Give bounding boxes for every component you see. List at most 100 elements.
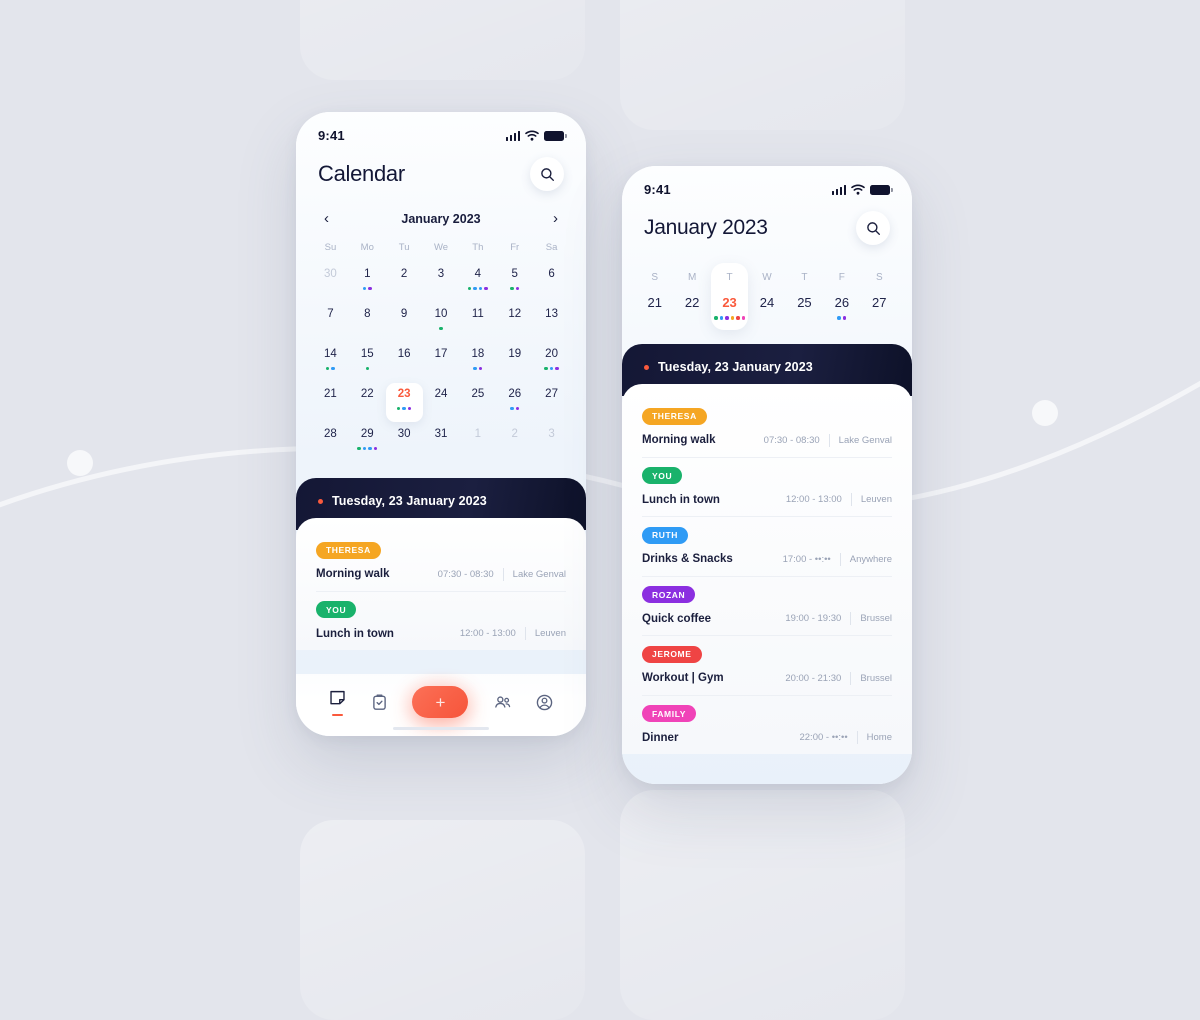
day-cell[interactable]: 1 [459,423,496,462]
day-cell[interactable]: 25 [459,383,496,422]
day-cell[interactable]: 11 [459,303,496,342]
battery-icon [870,185,893,195]
event-location: Lake Genval [838,434,892,446]
day-cell[interactable]: 19 [496,343,533,382]
event-dot [373,446,378,450]
event-title: Morning walk [642,434,716,446]
day-number: 15 [360,348,374,360]
day-cell[interactable]: 2 [496,423,533,462]
week-day-cell[interactable]: T 25 [786,263,823,330]
status-time: 9:41 [644,182,671,197]
weekday-label: F [838,272,845,283]
day-cell[interactable]: 29 [349,423,386,462]
day-cell[interactable]: 16 [386,343,423,382]
event-meta: 07:30 - 08:30 Lake Genval [437,567,566,581]
day-number: 7 [327,308,334,320]
day-cell[interactable]: 23 [385,383,423,422]
day-cell[interactable]: 28 [312,423,349,462]
event-dots [362,286,372,291]
day-cell[interactable]: 30 [386,423,423,462]
event-item[interactable]: THERESA Morning walk 07:30 - 08:30 Lake Gen… [642,398,892,458]
day-cell[interactable]: 6 [533,263,570,302]
day-number: 12 [508,308,522,320]
search-button[interactable] [530,157,564,191]
event-dot [357,446,361,450]
day-cell[interactable]: 18 [459,343,496,382]
day-cell[interactable]: 1 [349,263,386,302]
day-cell[interactable]: 9 [386,303,423,342]
day-cell[interactable]: 3 [533,423,570,462]
event-dot [549,366,554,370]
day-cell[interactable]: 26 [496,383,533,422]
day-cell[interactable]: 13 [533,303,570,342]
day-cell[interactable]: 10 [423,303,460,342]
event-owner-tag: RUTH [642,526,689,544]
nav-profile-button[interactable] [535,693,554,712]
event-item[interactable]: RUTH Drinks & Snacks 17:00 - ••:•• Anywhere [642,517,892,577]
day-cell[interactable]: 7 [312,303,349,342]
event-item[interactable]: JEROME Workout | Gym 20:00 - 21:30 Brussel [642,636,892,696]
event-dot [478,366,483,370]
nav-notes-button[interactable] [328,688,347,717]
day-cell[interactable]: 21 [312,383,349,422]
event-item[interactable]: FAMILY Dinner 22:00 - ••:•• Home [642,696,892,755]
event-item[interactable]: YOU Lunch in town 12:00 - 13:00 Leuven [316,592,566,651]
event-dot [439,326,443,330]
event-dots [357,446,378,451]
event-title: Quick coffee [642,612,712,625]
add-event-fab[interactable]: + [412,686,469,718]
profile-icon [536,694,553,710]
week-day-cell[interactable]: F 26 [823,263,860,330]
week-row: 14 15 16 17 18 19 20 [296,343,586,382]
phone-month-view: 9:41 Calendar ‹ January 2023 › Su Mo Tu … [296,112,586,736]
day-cell[interactable]: 2 [386,263,423,302]
day-cell[interactable]: 3 [423,263,460,302]
day-cell[interactable]: 4 [459,263,496,302]
event-item[interactable]: THERESA Morning walk 07:30 - 08:30 Lake Gen… [316,532,566,592]
event-item[interactable]: ROZAN Quick coffee 19:00 - 19:30 Brussel [642,577,892,636]
weekday-label: S [875,272,883,283]
day-cell[interactable]: 22 [349,383,386,422]
day-cell[interactable]: 5 [496,263,533,302]
day-cell[interactable]: 27 [533,383,570,422]
week-day-cell[interactable]: S 21 [636,263,673,330]
day-number: 1 [364,268,371,280]
search-icon [540,167,554,181]
week-row: 30 1 2 3 4 5 6 [296,263,586,302]
week-day-cell[interactable]: W 24 [748,263,785,330]
day-cell[interactable]: 17 [423,343,460,382]
event-location: Home [866,732,892,743]
event-item[interactable]: YOU Lunch in town 12:00 - 13:00 Leuven [642,458,892,517]
day-cell[interactable]: 24 [423,383,460,422]
search-button[interactable] [856,211,890,245]
nav-contacts-button[interactable] [492,693,512,712]
day-cell[interactable]: 15 [349,343,386,382]
day-cell[interactable]: 20 [533,343,570,382]
weekday-label: Sa [545,242,558,253]
decorative-curve [0,380,1200,513]
nav-tasks-button[interactable] [370,693,389,712]
event-time: 19:00 - 19:30 [785,613,842,624]
event-dot [725,316,729,320]
event-meta: 17:00 - ••:•• Anywhere [783,552,892,566]
day-number: 31 [434,428,448,440]
day-cell[interactable]: 30 [312,263,349,302]
event-time: 07:30 - 08:30 [437,568,494,580]
next-month-button[interactable]: › [549,209,562,228]
event-meta: 12:00 - 13:00 Leuven [460,627,566,640]
day-cell[interactable]: 12 [496,303,533,342]
week-day-cell[interactable]: M 22 [673,263,710,330]
week-day-cell[interactable]: T 23 [710,263,749,330]
event-meta: 12:00 - 13:00 Leuven [786,493,892,506]
day-number: 6 [548,268,555,280]
day-cell[interactable]: 31 [423,423,460,462]
day-cell[interactable]: 8 [349,303,386,342]
week-day-cell[interactable]: S 27 [861,263,898,330]
weekday-label: M [687,272,697,283]
event-dots [365,366,370,371]
event-owner-tag: THERESA [642,407,707,425]
event-location: Anywhere [849,553,892,565]
prev-month-button[interactable]: ‹ [320,209,333,228]
day-number: 9 [400,308,408,320]
day-cell[interactable]: 14 [312,343,349,382]
